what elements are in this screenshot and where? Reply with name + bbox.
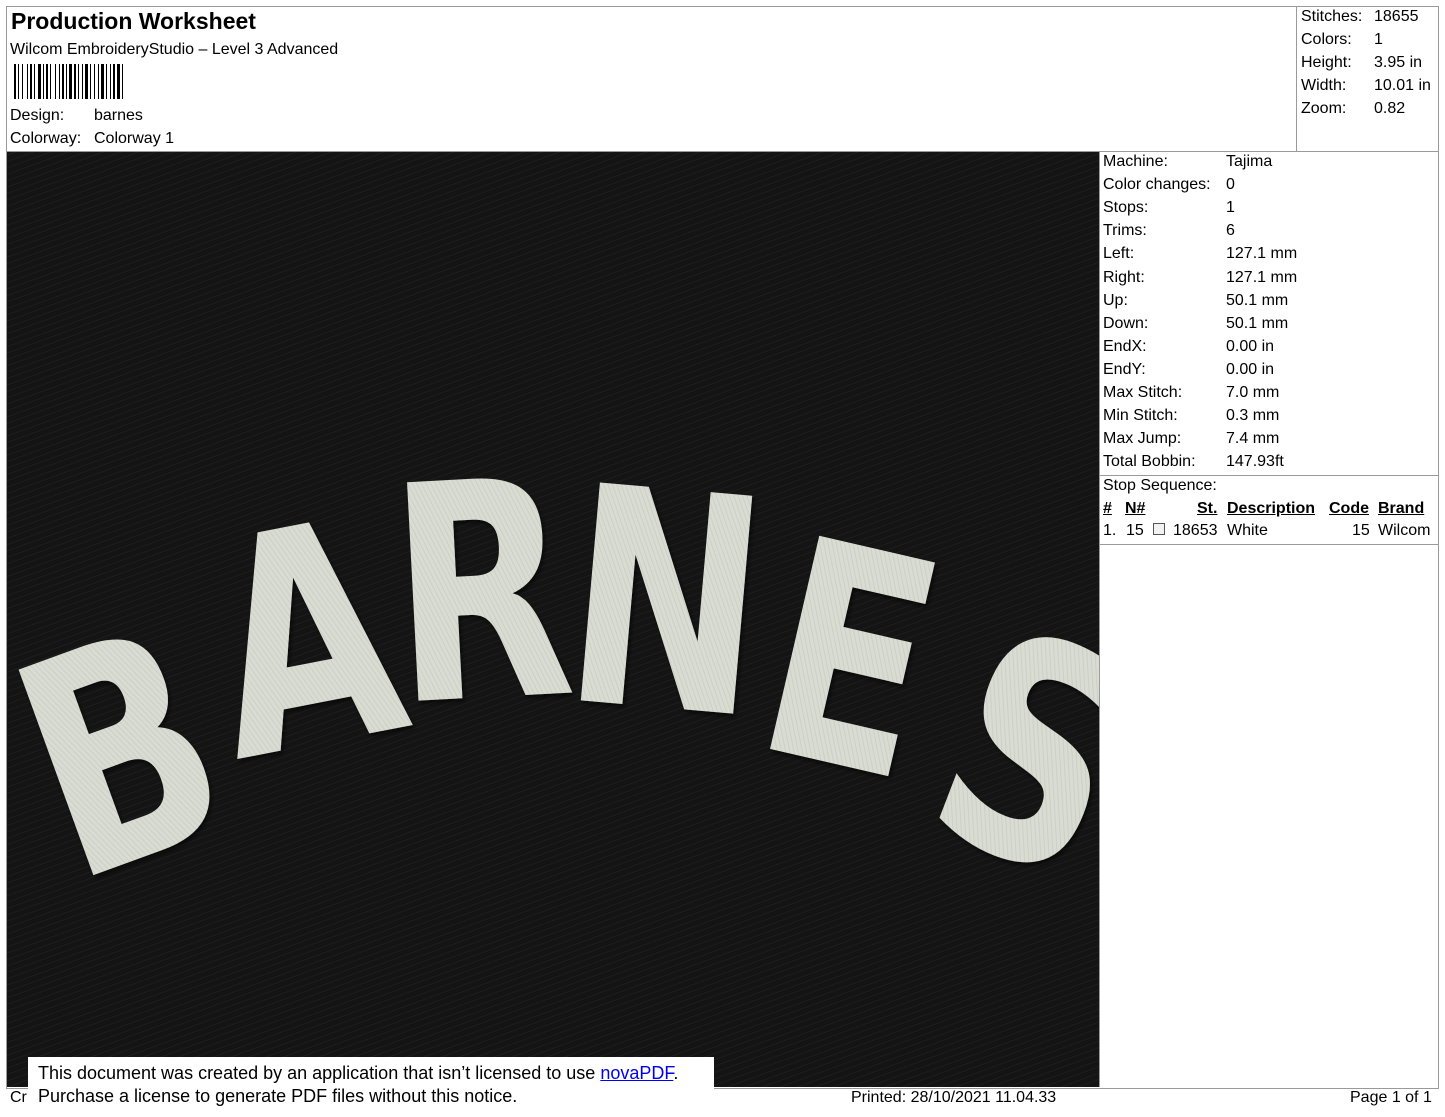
page-number: Page 1 of 1 (1350, 1089, 1432, 1106)
notice-line-1: This document was created by an applicat… (38, 1062, 714, 1085)
info-value: 0.3 mm (1226, 407, 1280, 425)
info-value: 50.1 mm (1226, 314, 1289, 332)
info-label: Machine: (1103, 153, 1168, 170)
design-label: Design: (10, 107, 65, 124)
thread-color-swatch (1153, 523, 1165, 535)
stat-value: 1 (1374, 31, 1383, 48)
col-header-code: Code (1329, 500, 1369, 517)
stat-label: Width: (1301, 77, 1347, 94)
info-value: Tajima (1226, 153, 1273, 170)
notice-text: This document was created by an applicat… (38, 1063, 601, 1083)
row-num: 1. (1103, 522, 1117, 539)
stat-value: 3.95 in (1374, 54, 1423, 71)
col-header-stitches: St. (1197, 500, 1218, 517)
row-stitches: 18653 (1173, 522, 1218, 539)
panel-divider (1099, 152, 1100, 1087)
row-needle: 15 (1126, 522, 1144, 539)
info-value: 127.1 mm (1226, 245, 1298, 263)
colorway-value: Colorway 1 (94, 130, 175, 147)
info-value: 127.1 mm (1226, 268, 1298, 286)
row-description: White (1227, 522, 1268, 539)
info-value: 50.1 mm (1226, 291, 1289, 309)
license-notice: This document was created by an applicat… (28, 1057, 714, 1112)
software-name: Wilcom EmbroideryStudio – Level 3 Advanc… (10, 41, 339, 58)
info-value: 6 (1226, 222, 1235, 240)
info-label: Max Jump: (1103, 430, 1182, 448)
colorway-label: Colorway: (10, 130, 82, 147)
info-value: 0 (1226, 176, 1235, 194)
info-value: 0.00 in (1226, 337, 1275, 355)
info-value: 1 (1226, 199, 1235, 217)
notice-line-2: Purchase a license to generate PDF files… (38, 1086, 518, 1106)
printed-timestamp: Printed: 28/10/2021 11.04.33 (851, 1089, 1057, 1106)
info-label: Left: (1103, 245, 1135, 263)
info-label: Down: (1103, 314, 1149, 332)
stat-value: 10.01 in (1374, 77, 1431, 94)
embroidered-letter: N (553, 422, 779, 787)
stat-label: Height: (1301, 54, 1352, 71)
info-label: Total Bobbin: (1103, 453, 1196, 471)
header-divider-vertical (1296, 6, 1297, 152)
stat-label: Stitches: (1301, 8, 1363, 25)
novapdf-link[interactable]: novaPDF (600, 1063, 673, 1083)
col-header-num: # (1103, 500, 1112, 517)
info-label: Stops: (1103, 199, 1149, 217)
info-value: 0.00 in (1226, 360, 1275, 378)
info-value: 147.93ft (1226, 453, 1284, 471)
info-label: Trims: (1103, 222, 1147, 240)
stop-sequence-title: Stop Sequence: (1103, 477, 1217, 494)
info-label: Up: (1103, 291, 1128, 309)
info-value: 7.0 mm (1226, 384, 1280, 401)
embroidered-letter: R (382, 415, 580, 773)
col-header-description: Description (1227, 500, 1316, 517)
row-brand: Wilcom (1378, 522, 1431, 539)
page-title: Production Worksheet (11, 8, 256, 34)
notice-period: . (673, 1063, 679, 1083)
info-label: Color changes: (1103, 176, 1211, 194)
info-label: EndY: (1103, 360, 1146, 378)
table-divider (1100, 544, 1439, 545)
info-label: Right: (1103, 268, 1145, 286)
col-header-needle: N# (1125, 500, 1146, 517)
stat-value: 0.82 (1374, 100, 1406, 117)
row-code: 15 (1352, 522, 1370, 539)
embroidery-preview: BARNES (7, 152, 1099, 1087)
info-label: EndX: (1103, 337, 1147, 355)
info-label: Min Stitch: (1103, 407, 1178, 425)
design-preview: BARNES (7, 152, 1099, 1087)
section-divider (1100, 475, 1439, 476)
info-label: Max Stitch: (1103, 384, 1183, 401)
design-value: barnes (94, 107, 143, 124)
col-header-brand: Brand (1378, 500, 1425, 517)
barcode (14, 64, 123, 99)
info-value: 7.4 mm (1226, 430, 1280, 448)
stat-value: 18655 (1374, 8, 1419, 25)
stat-label: Colors: (1301, 31, 1352, 48)
footer-truncated-text: Cr (10, 1089, 27, 1106)
stat-label: Zoom: (1301, 100, 1347, 117)
